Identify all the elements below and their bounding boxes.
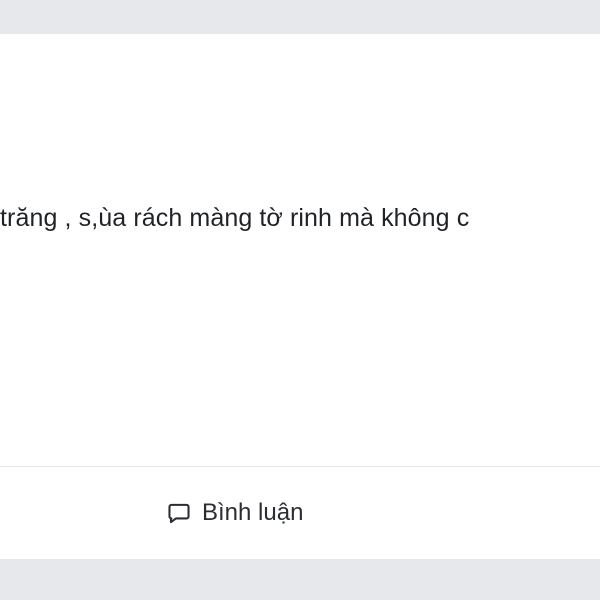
- chat-bubble-icon: [166, 500, 192, 526]
- post-card: trăng , s,ùa rách màng tờ rinh mà không …: [0, 34, 600, 559]
- post-action-bar: Bình luận: [0, 467, 600, 559]
- post-body: trăng , s,ùa rách màng tờ rinh mà không …: [0, 34, 600, 466]
- post-text: trăng , s,ùa rách màng tờ rinh mà không …: [0, 204, 470, 232]
- comment-button[interactable]: Bình luận: [156, 493, 313, 533]
- comment-label: Bình luận: [202, 499, 304, 526]
